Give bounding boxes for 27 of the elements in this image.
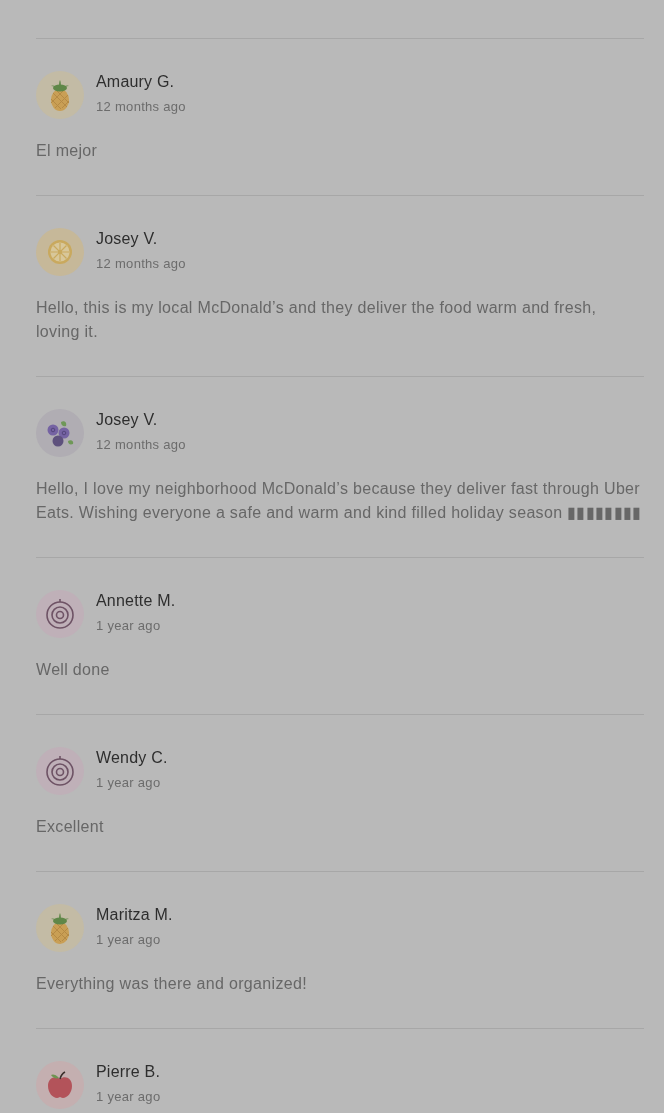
review-comment: Hello, this is my local McDonald’s and they deliver the food warm and fresh, loving it. xyxy=(36,298,598,342)
reviewer-name: Josey V. xyxy=(96,229,159,249)
review-comment: Well done xyxy=(36,660,111,680)
onion-icon xyxy=(36,747,84,795)
reviewer-name: Wendy C. xyxy=(96,748,168,768)
review-time: 12 months ago xyxy=(96,255,186,273)
reviewer-name: Josey V. xyxy=(96,410,159,430)
review-comment: Everything was there and organized! xyxy=(36,974,308,994)
review-time: 1 year ago xyxy=(96,931,162,949)
lemon-slice-icon xyxy=(36,228,84,276)
review-time: 1 year ago xyxy=(96,617,162,635)
review-time: 1 year ago xyxy=(96,774,162,792)
review-time: 12 months ago xyxy=(96,98,186,116)
reviewer-name: Pierre B. xyxy=(96,1062,161,1082)
apple-icon xyxy=(36,1061,84,1109)
blueberries-icon xyxy=(36,409,84,457)
review-time: 1 year ago xyxy=(96,1088,161,1106)
review-time: 12 months ago xyxy=(96,436,186,454)
review-comment: El mejor xyxy=(36,141,99,161)
reviewer-name: Amaury G. xyxy=(96,72,176,92)
review-comment: Hello, I love my neighborhood McDonald’s because they deliver fast through Uber Eats. Wishing everyone a safe and warm and kind filled holiday season ▮▮▮▮▮▮▮▮ xyxy=(36,479,643,523)
review-comment: Excellent xyxy=(36,817,105,837)
reviewer-name: Maritza M. xyxy=(96,905,173,925)
pineapple-icon xyxy=(36,71,84,119)
pineapple-icon xyxy=(36,904,84,952)
onion-icon xyxy=(36,590,84,638)
reviewer-name: Annette M. xyxy=(96,591,176,611)
